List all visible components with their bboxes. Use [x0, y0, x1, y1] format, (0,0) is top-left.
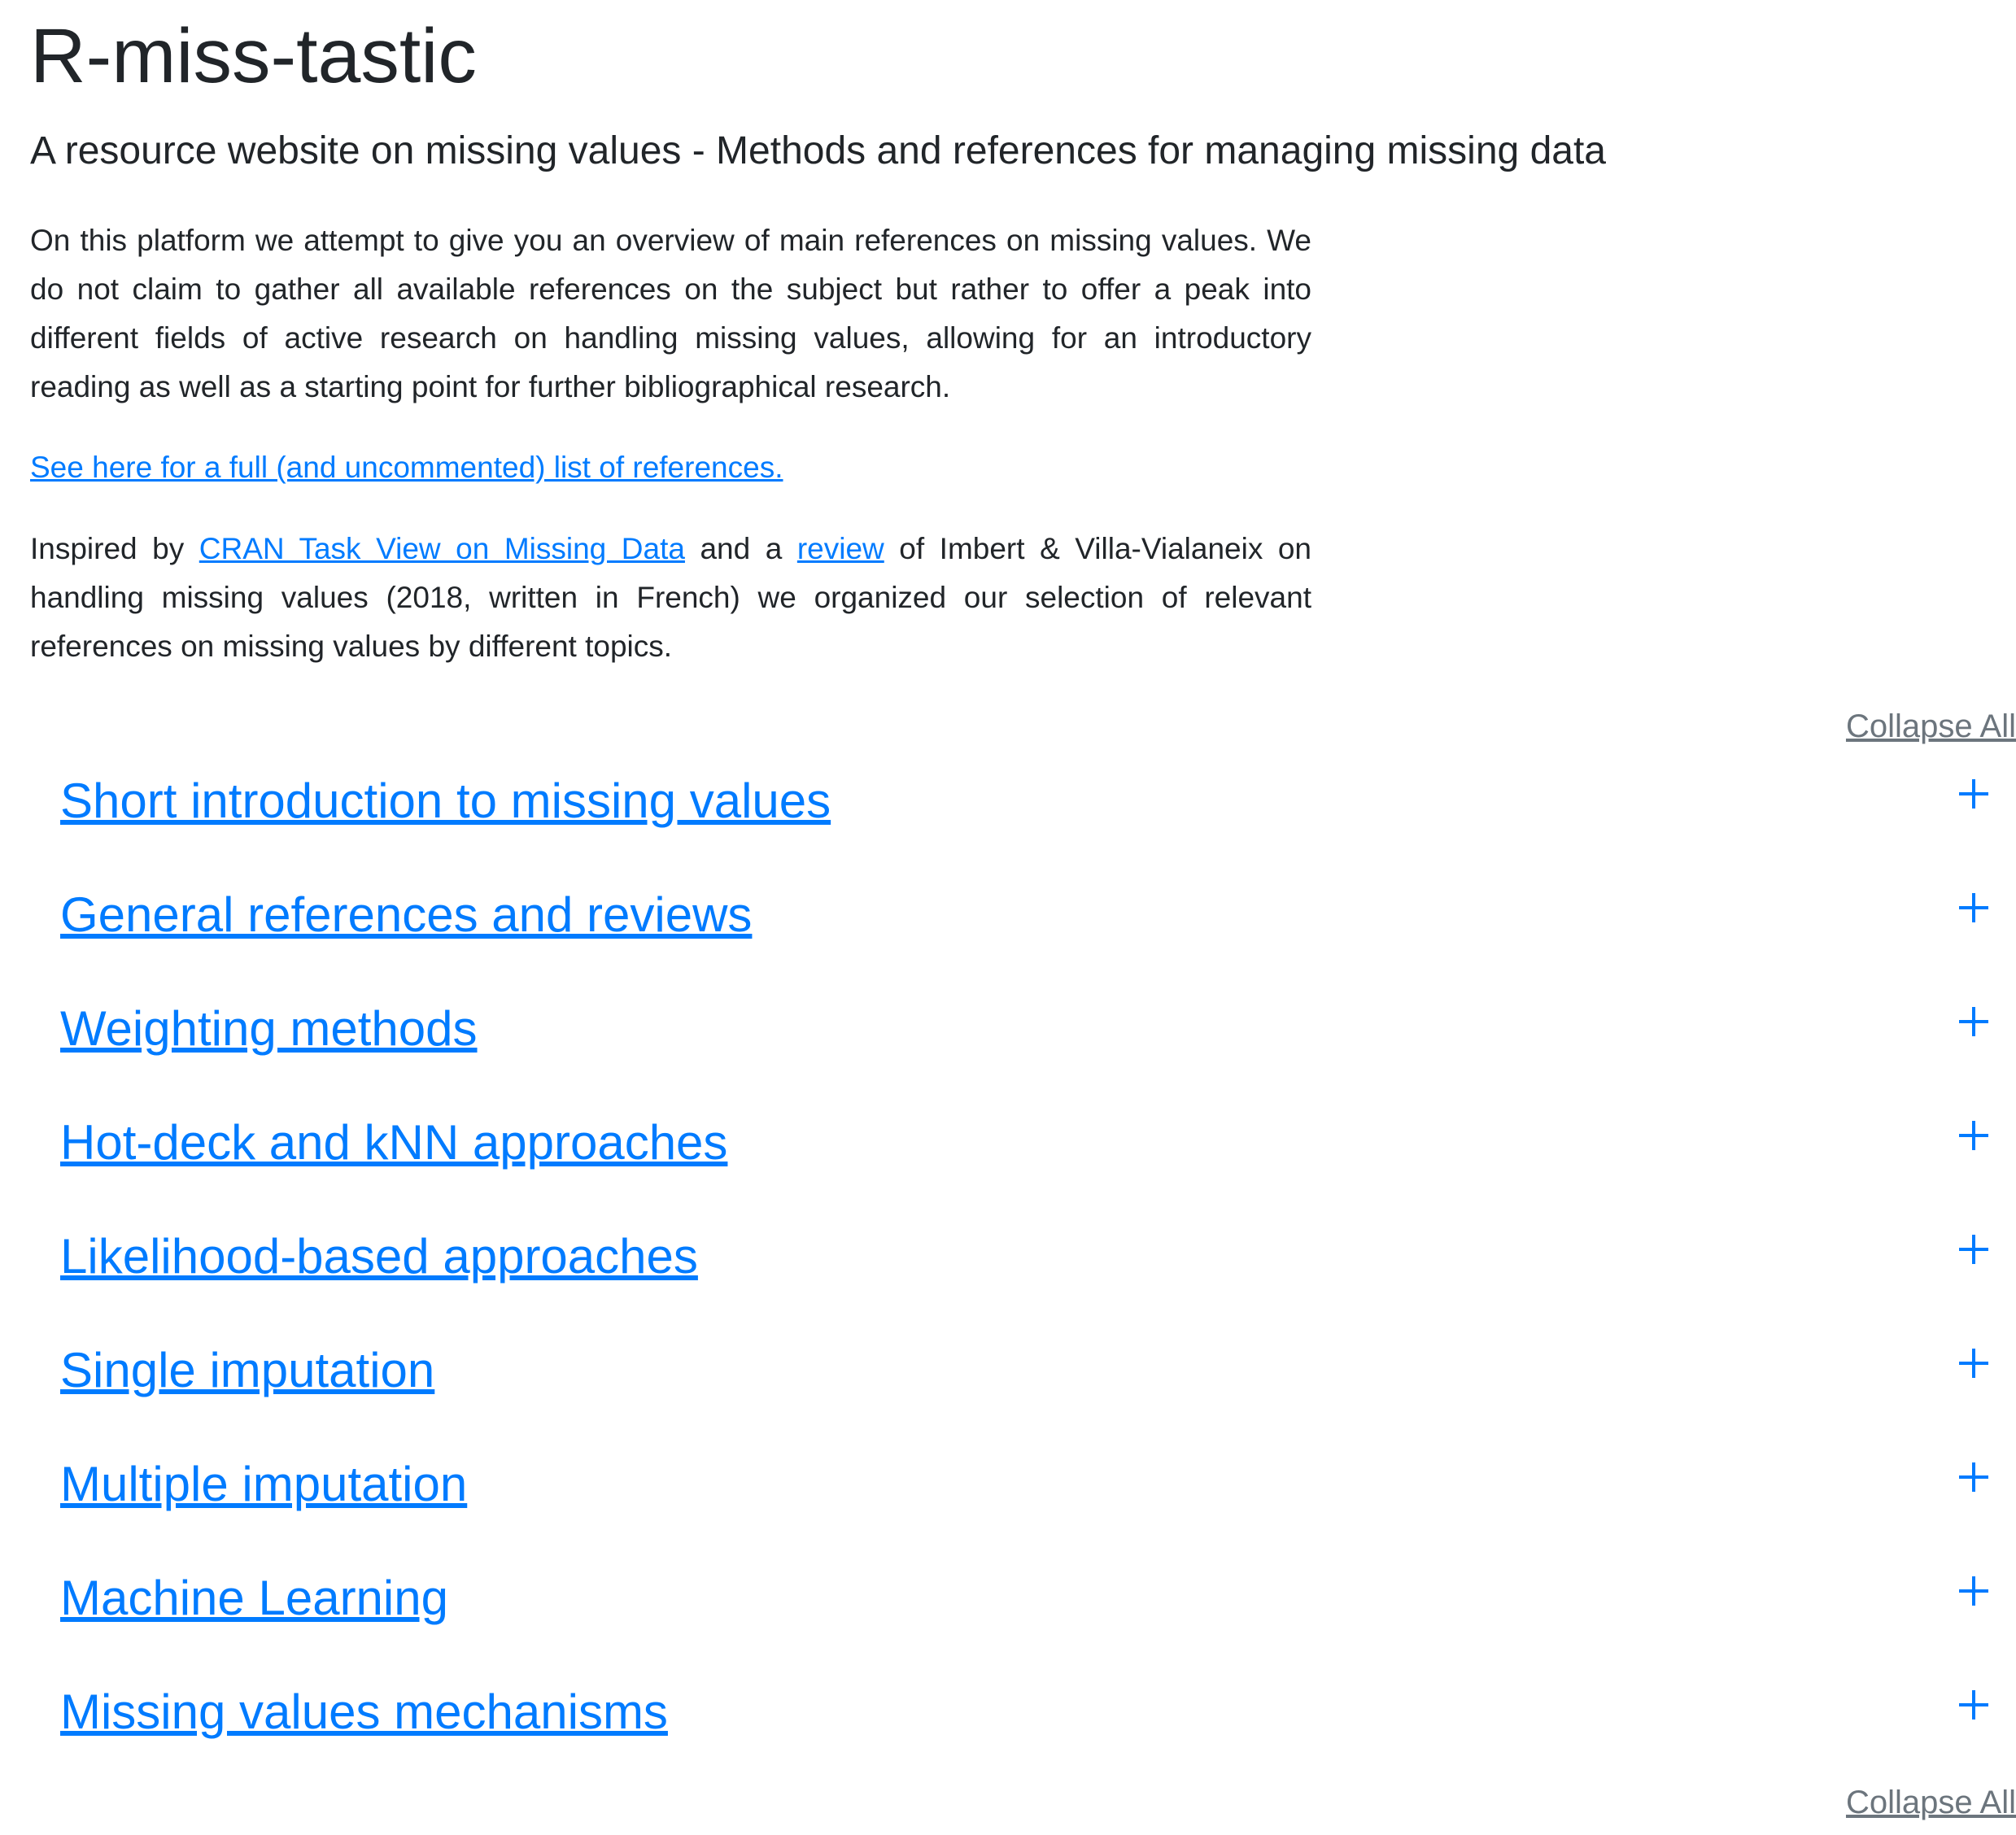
- topic-title[interactable]: General references and reviews: [60, 878, 752, 952]
- inspired-paragraph: Inspired by CRAN Task View on Missing Da…: [30, 525, 1311, 671]
- topic-title[interactable]: Multiple imputation: [60, 1448, 467, 1521]
- plus-icon[interactable]: [1959, 1235, 1988, 1264]
- topic-item-hot-deck-knn[interactable]: Hot-deck and kNN approaches: [60, 1106, 1988, 1220]
- topic-item-likelihood-based[interactable]: Likelihood-based approaches: [60, 1220, 1988, 1334]
- plus-icon[interactable]: [1959, 1007, 1988, 1036]
- page-content: R-miss-tastic A resource website on miss…: [30, 0, 2016, 1835]
- cran-task-view-link[interactable]: CRAN Task View on Missing Data: [199, 532, 685, 565]
- inspired-prefix-text: Inspired by: [30, 532, 199, 565]
- topic-title[interactable]: Missing values mechanisms: [60, 1676, 668, 1749]
- collapse-all-bottom-link[interactable]: Collapse All: [1846, 1782, 2016, 1823]
- topic-item-short-introduction[interactable]: Short introduction to missing values: [60, 765, 1988, 878]
- plus-icon[interactable]: [1959, 893, 1988, 922]
- plus-icon[interactable]: [1959, 1462, 1988, 1492]
- topic-title[interactable]: Single imputation: [60, 1334, 434, 1407]
- topic-title[interactable]: Short introduction to missing values: [60, 765, 831, 838]
- plus-icon[interactable]: [1959, 1349, 1988, 1378]
- plus-icon[interactable]: [1959, 1576, 1988, 1606]
- topic-item-multiple-imputation[interactable]: Multiple imputation: [60, 1448, 1988, 1562]
- topic-item-general-references[interactable]: General references and reviews: [60, 878, 1988, 992]
- full-list-paragraph: See here for a full (and uncommented) li…: [30, 443, 783, 492]
- inspired-middle-text: and a: [684, 532, 797, 565]
- topic-item-weighting-methods[interactable]: Weighting methods: [60, 992, 1988, 1106]
- review-link[interactable]: review: [797, 532, 884, 565]
- topic-item-machine-learning[interactable]: Machine Learning: [60, 1562, 1988, 1676]
- site-subtitle: A resource website on missing values - M…: [30, 129, 1606, 172]
- full-references-link[interactable]: See here for a full (and uncommented) li…: [30, 451, 783, 484]
- plus-icon[interactable]: [1959, 779, 1988, 809]
- topic-item-single-imputation[interactable]: Single imputation: [60, 1334, 1988, 1448]
- plus-icon[interactable]: [1959, 1690, 1988, 1719]
- topic-accordion: Short introduction to missing values Gen…: [60, 765, 1988, 1789]
- intro-paragraph: On this platform we attempt to give you …: [30, 224, 1311, 403]
- collapse-all-top-link[interactable]: Collapse All: [1846, 706, 2016, 747]
- site-title: R-miss-tastic: [30, 13, 477, 99]
- topic-title[interactable]: Weighting methods: [60, 992, 478, 1066]
- topic-title[interactable]: Hot-deck and kNN approaches: [60, 1106, 727, 1179]
- topic-title[interactable]: Likelihood-based approaches: [60, 1220, 698, 1293]
- plus-icon[interactable]: [1959, 1121, 1988, 1150]
- topic-title[interactable]: Machine Learning: [60, 1562, 448, 1635]
- topic-item-missing-values-mechanisms[interactable]: Missing values mechanisms: [60, 1676, 1988, 1789]
